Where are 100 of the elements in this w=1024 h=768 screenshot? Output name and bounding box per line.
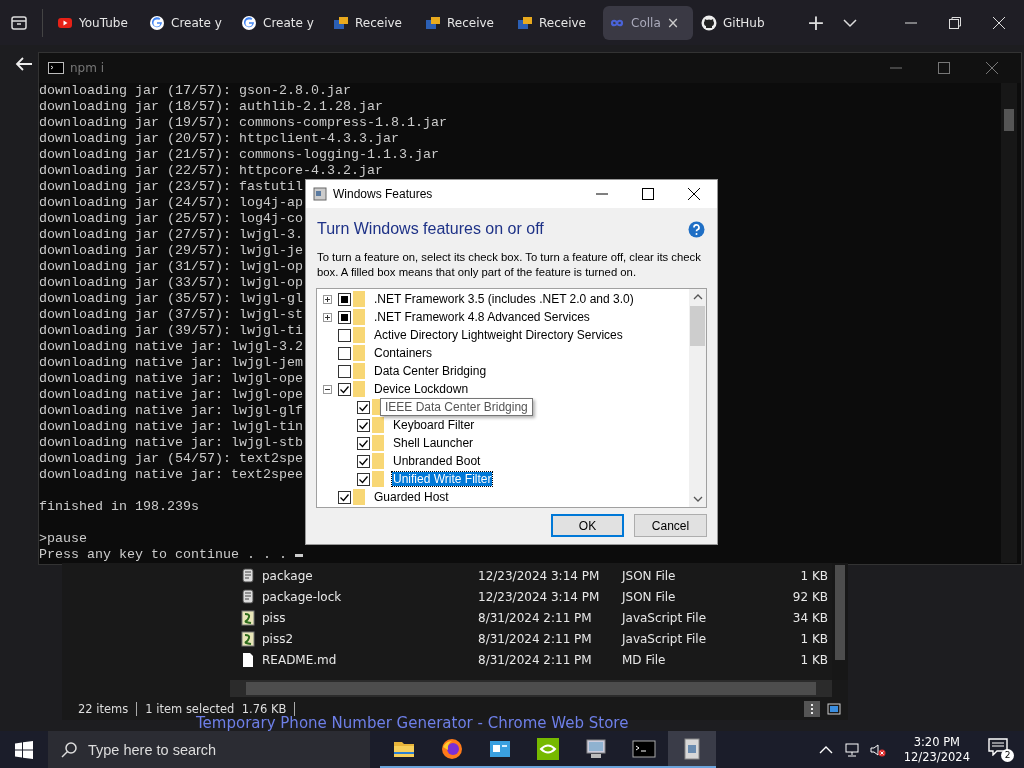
checkbox[interactable]: [357, 418, 370, 432]
taskbar-app[interactable]: [668, 731, 716, 768]
tab-list-icon[interactable]: [10, 13, 28, 32]
help-icon[interactable]: [688, 220, 705, 238]
browser-tab[interactable]: Receive: [327, 5, 417, 40]
browser-tab[interactable]: YouTube: [51, 5, 141, 40]
folder-icon: [353, 381, 365, 397]
checkbox[interactable]: [357, 454, 370, 468]
file-date: 12/23/2024 3:14 PM: [478, 589, 601, 604]
checkbox[interactable]: [357, 472, 370, 486]
expand-icon[interactable]: [323, 294, 332, 304]
feature-label[interactable]: .NET Framework 3.5 (includes .NET 2.0 and 3.0): [373, 292, 635, 306]
console-line: downloading jar (21/57): commons-logging-1.1.3.jar: [39, 147, 439, 163]
g-logo-icon: [149, 14, 165, 31]
feature-label[interactable]: Device Lockdown: [373, 382, 470, 396]
feature-label[interactable]: Unbranded Boot: [392, 454, 482, 468]
checkbox[interactable]: [338, 328, 351, 342]
new-tab-button[interactable]: +: [803, 10, 829, 35]
checkbox[interactable]: [338, 364, 351, 378]
feature-label[interactable]: Containers: [373, 346, 434, 360]
dialog-heading: Turn Windows features on or off: [317, 220, 544, 238]
scroll-thumb[interactable]: [690, 306, 705, 346]
eye-logo-icon[interactable]: [536, 736, 560, 761]
file-name[interactable]: piss: [262, 610, 478, 625]
notification-icon[interactable]: [988, 737, 1008, 756]
script-file-icon: [240, 588, 256, 605]
folder-icon: [353, 489, 365, 505]
checkbox[interactable]: [338, 346, 351, 360]
checkbox[interactable]: [357, 436, 370, 450]
checkbox[interactable]: [338, 310, 351, 324]
scroll-thumb[interactable]: [246, 682, 816, 695]
scrollbar[interactable]: [689, 289, 706, 507]
notification-count: 2: [1001, 748, 1014, 762]
scrollbar[interactable]: [1001, 83, 1017, 563]
back-arrow-icon[interactable]: [15, 56, 33, 72]
restore-icon[interactable]: [948, 15, 962, 30]
console-line: finished in 198.239s: [39, 499, 199, 515]
feature-label[interactable]: Data Center Bridging: [373, 364, 488, 378]
feature-label[interactable]: .NET Framework 4.8 Advanced Services: [373, 310, 591, 324]
folder-icon: [353, 309, 365, 325]
scroll-up-icon[interactable]: [693, 293, 703, 301]
tiles-view-icon[interactable]: [826, 701, 842, 717]
folder-icon: [372, 471, 384, 487]
file-type: JavaScript File: [622, 631, 708, 646]
maximize-icon[interactable]: [641, 187, 655, 201]
file-name[interactable]: package: [262, 568, 478, 583]
scrollbar[interactable]: [230, 680, 832, 697]
network-icon[interactable]: [843, 741, 860, 758]
console-line: downloading jar (25/57): log4j-co: [39, 211, 303, 227]
page-link[interactable]: Temporary Phone Number Generator - Chrome Web Store: [196, 716, 629, 731]
folder-icon: [372, 453, 384, 469]
scroll-thumb[interactable]: [835, 565, 845, 660]
tooltip: IEEE Data Center Bridging: [380, 398, 533, 416]
checkbox[interactable]: [338, 490, 351, 504]
browser-tab[interactable]: Receive: [419, 5, 509, 40]
feature-label[interactable]: Shell Launcher: [392, 436, 475, 450]
checkbox[interactable]: [338, 292, 351, 306]
feature-label[interactable]: Active Directory Lightweight Directory Services: [373, 328, 624, 342]
details-view-icon[interactable]: [804, 701, 820, 717]
browser-tab[interactable]: Create y: [235, 5, 325, 40]
clock-date[interactable]: 12/23/2024: [903, 749, 970, 765]
file-size: 92 KB: [791, 589, 828, 604]
file-type: JSON File: [622, 568, 677, 583]
checkbox[interactable]: [338, 382, 351, 396]
envelope-icon: [425, 14, 441, 31]
blank-file-icon: [240, 651, 256, 668]
computer-icon[interactable]: [584, 736, 608, 761]
checkbox[interactable]: [357, 400, 370, 414]
console-line: downloading jar (17/57): gson-2.8.0.jar: [39, 83, 351, 99]
dialog-button[interactable]: Cancel: [634, 514, 707, 537]
scroll-thumb[interactable]: [1004, 109, 1014, 131]
console-line: downloading native jar: lwjgl-ope: [39, 387, 303, 403]
feature-label[interactable]: Keyboard Filter: [392, 418, 476, 432]
scroll-down-icon[interactable]: [693, 495, 703, 503]
item-count: 22 items: [62, 702, 138, 716]
envelope-icon: [517, 14, 533, 31]
file-name[interactable]: piss2: [262, 631, 478, 646]
console-line: downloading jar (24/57): log4j-ap: [39, 195, 303, 211]
file-name[interactable]: README.md: [262, 652, 478, 667]
expand-icon[interactable]: [323, 312, 332, 322]
feature-label[interactable]: Guarded Host: [373, 490, 450, 504]
console-line: downloading native jar: lwjgl-stb: [39, 435, 303, 451]
clock-time[interactable]: 3:20 PM: [913, 734, 960, 750]
file-date: 8/31/2024 2:11 PM: [478, 652, 593, 667]
collapse-icon[interactable]: [323, 384, 332, 394]
browser-tab[interactable]: GitHub: [695, 5, 785, 40]
console-line: Press any key to continue . . .: [39, 547, 287, 563]
muted-speaker-icon[interactable]: [869, 741, 886, 758]
browser-tab[interactable]: Create y: [143, 5, 233, 40]
file-name[interactable]: package-lock: [262, 589, 478, 604]
browser-tab[interactable]: Receive: [511, 5, 601, 40]
chevron-down-icon[interactable]: [843, 17, 857, 28]
close-icon[interactable]: [687, 187, 701, 201]
search-field[interactable]: Type here to search: [48, 731, 370, 768]
windows-start-icon[interactable]: [15, 740, 33, 759]
feature-label[interactable]: Unified Write Filter: [392, 472, 493, 486]
selection-info: 1 item selected 1.76 KB: [137, 702, 296, 716]
dialog-button[interactable]: OK: [551, 514, 624, 537]
browser-tab[interactable]: Colla ×: [603, 5, 693, 40]
fox-globe-icon[interactable]: [440, 736, 464, 761]
